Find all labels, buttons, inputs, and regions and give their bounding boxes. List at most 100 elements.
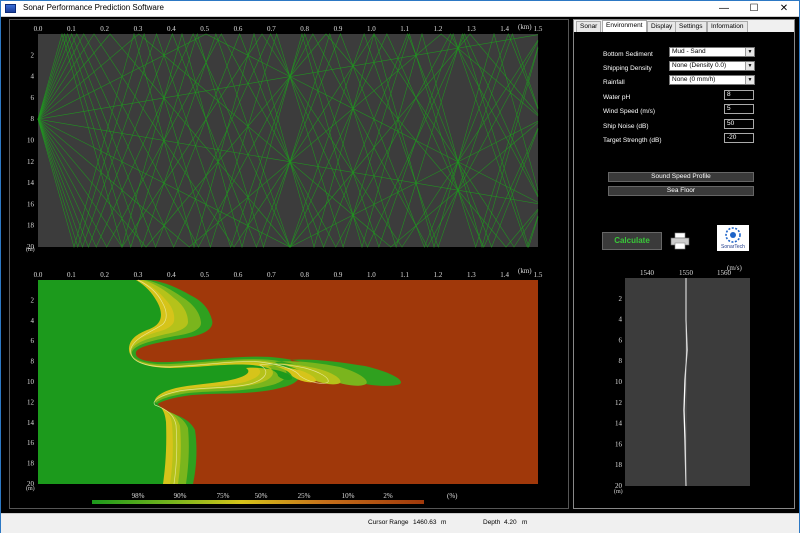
sea-floor-button[interactable]: Sea Floor <box>608 186 754 196</box>
tab-information[interactable]: Information <box>707 21 748 32</box>
cursor-range-value: 1460.63 <box>413 519 437 526</box>
calculate-button[interactable]: Calculate <box>602 232 662 250</box>
detection-y-tick: 10 <box>27 378 35 386</box>
legend-label: 98% <box>132 492 145 500</box>
detection-x-tick: 0.5 <box>200 271 209 279</box>
ray-x-tick: 0.2 <box>100 25 109 33</box>
water-ph-input[interactable]: 8 <box>724 90 754 100</box>
ssp-plot-area[interactable] <box>625 278 750 486</box>
legend-labels: 98% 90% 75% 50% 25% 10% 2% <box>132 492 393 500</box>
chevron-down-icon[interactable]: ▼ <box>745 62 754 70</box>
water-ph-label: Water pH <box>603 94 631 101</box>
legend-label: 10% <box>342 492 355 500</box>
wind-speed-input[interactable]: 5 <box>724 104 754 114</box>
detection-x-tick: 0.0 <box>34 271 43 279</box>
detection-x-tick: 0.9 <box>334 271 343 279</box>
detection-x-unit: (km) <box>518 267 532 275</box>
sonartech-logo-icon: SonarTech <box>721 227 745 250</box>
chevron-down-icon[interactable]: ▼ <box>745 76 754 84</box>
app-icon <box>5 4 16 13</box>
ray-y-tick: 12 <box>27 158 35 166</box>
detection-y-tick: 16 <box>27 439 35 447</box>
ray-x-unit: (km) <box>518 23 532 31</box>
ssp-y-ticks: 2468101214161820 <box>615 295 623 490</box>
ship-noise-input[interactable]: 50 <box>724 119 754 129</box>
legend-label: 2% <box>383 492 393 500</box>
ssp-x-ticks: 1540 1550 1560 <box>640 269 732 277</box>
ray-x-tick: 1.0 <box>367 25 376 33</box>
rainfall-select[interactable]: None (0 mm/h) ▼ <box>669 75 755 85</box>
target-strength-input[interactable]: -20 <box>724 133 754 143</box>
status-bar: Cursor Range 1460.63 m Depth 4.20 m <box>1 513 799 533</box>
tab-environment[interactable]: Environment <box>602 20 647 32</box>
shipping-density-label: Shipping Density <box>603 65 652 72</box>
wind-speed-label: Wind Speed (m/s) <box>603 108 656 115</box>
ray-y-tick: 16 <box>27 200 35 208</box>
detection-y-tick: 2 <box>31 296 35 304</box>
detection-y-ticks: 2468101214161820 <box>27 296 35 488</box>
ssp-x-tick: 1550 <box>679 269 694 277</box>
chevron-down-icon[interactable]: ▼ <box>745 48 754 56</box>
ray-y-tick: 6 <box>31 94 35 102</box>
cursor-range-label: Cursor Range <box>368 519 409 526</box>
cursor-range-unit: m <box>441 519 447 526</box>
legend-label: 90% <box>174 492 187 500</box>
ray-x-tick: 0.1 <box>67 25 76 33</box>
ssp-y-tick: 10 <box>615 378 623 386</box>
detection-x-tick: 0.8 <box>300 271 309 279</box>
ssp-svg[interactable]: 1540 1550 1560 2468101214161820 (m/s) (m) <box>574 260 794 510</box>
target-strength-label: Target Strength (dB) <box>603 137 662 144</box>
detection-x-tick: 1.0 <box>367 271 376 279</box>
plots-svg[interactable]: 0.0 0.1 0.2 0.3 0.4 0.5 0.6 0.7 0.8 0.9 1.0 1.1 1.2 1… <box>10 20 570 510</box>
legend-label: 25% <box>298 492 311 500</box>
maximize-button[interactable]: ☐ <box>739 1 769 16</box>
tab-sonar[interactable]: Sonar <box>576 21 602 32</box>
detection-y-tick: 6 <box>31 337 35 345</box>
ssp-y-unit: (m) <box>614 488 623 495</box>
title-bar: Sonar Performance Prediction Software — … <box>1 1 799 17</box>
shipping-density-select[interactable]: None (Density 0.0) ▼ <box>669 61 755 71</box>
detection-x-tick: 1.4 <box>500 271 509 279</box>
ray-x-tick: 0.3 <box>134 25 143 33</box>
tab-bar: Sonar Environment Display Settings Infor… <box>574 20 794 32</box>
sound-speed-profile-button[interactable]: Sound Speed Profile <box>608 172 754 182</box>
detection-x-tick: 0.2 <box>100 271 109 279</box>
ray-x-tick: 0.5 <box>200 25 209 33</box>
app-window: Sonar Performance Prediction Software — … <box>0 0 800 533</box>
detection-y-tick: 14 <box>27 419 35 427</box>
ray-y-tick: 2 <box>31 51 35 59</box>
ray-x-tick: 1.1 <box>400 25 409 33</box>
tab-settings[interactable]: Settings <box>675 21 707 32</box>
probability-legend-bar <box>92 500 424 504</box>
close-button[interactable]: ✕ <box>769 1 799 16</box>
detection-x-tick: 0.1 <box>67 271 76 279</box>
detection-x-tick: 1.2 <box>434 271 443 279</box>
bottom-sediment-label: Bottom Sediment <box>603 51 653 58</box>
detection-x-tick: 0.6 <box>234 271 243 279</box>
rainfall-value: None (0 mm/h) <box>672 76 716 83</box>
ray-x-tick: 0.6 <box>234 25 243 33</box>
ray-x-tick: 1.5 <box>534 25 543 33</box>
ray-y-tick: 10 <box>27 137 35 145</box>
ray-x-tick: 0.4 <box>167 25 176 33</box>
ssp-y-tick: 8 <box>619 357 623 365</box>
ssp-y-tick: 2 <box>619 295 623 303</box>
ray-x-tick: 0.9 <box>334 25 343 33</box>
ssp-y-tick: 18 <box>615 461 623 469</box>
minimize-button[interactable]: — <box>709 1 739 16</box>
ray-x-tick: 0.8 <box>300 25 309 33</box>
tab-display[interactable]: Display <box>647 21 677 32</box>
detection-y-tick: 4 <box>31 317 35 325</box>
control-panel: Sonar Environment Display Settings Infor… <box>573 19 795 509</box>
bottom-sediment-select[interactable]: Mud - Sand ▼ <box>669 47 755 57</box>
legend-label: 50% <box>255 492 268 500</box>
detection-y-unit: (m) <box>26 485 35 492</box>
bottom-sediment-value: Mud - Sand <box>672 48 706 55</box>
detection-x-tick: 0.4 <box>167 271 176 279</box>
ssp-y-tick: 4 <box>619 316 623 324</box>
ray-y-tick: 8 <box>31 115 35 123</box>
printer-icon[interactable] <box>670 232 690 250</box>
plot-pane: 0.0 0.1 0.2 0.3 0.4 0.5 0.6 0.7 0.8 0.9 1.0 1.1 1.2 1… <box>9 19 569 509</box>
ray-x-tick: 1.3 <box>467 25 476 33</box>
ray-x-tick: 1.2 <box>434 25 443 33</box>
